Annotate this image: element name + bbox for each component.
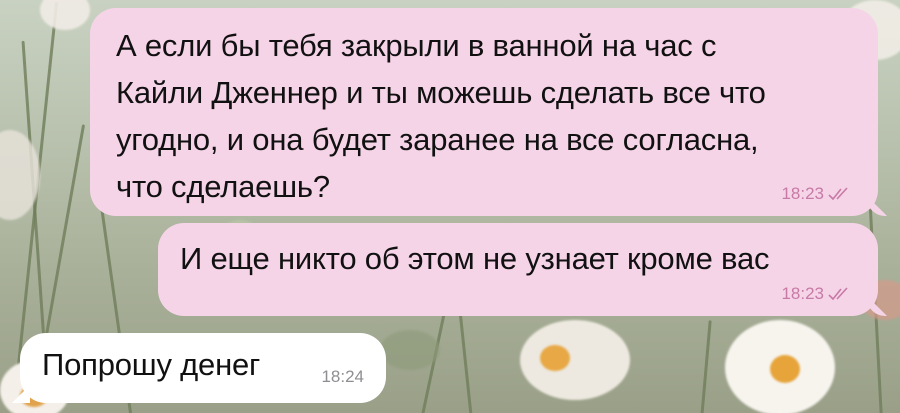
message-bubble-incoming[interactable]: Попрошу денег 18:24	[20, 333, 386, 403]
message-meta: 18:23	[781, 284, 852, 304]
message-time: 18:23	[781, 184, 824, 203]
message-bubble-outgoing[interactable]: И еще никто об этом не узнает кроме вас …	[158, 223, 878, 316]
message-meta: 18:23	[781, 184, 852, 204]
message-text: А если бы тебя закрыли в ванной на час с…	[116, 28, 766, 204]
double-check-icon	[828, 287, 848, 301]
message-time: 18:23	[781, 284, 824, 303]
message-meta: 18:24	[321, 367, 364, 387]
message-text: И еще никто об этом не узнает кроме вас	[180, 241, 770, 276]
double-check-icon	[828, 187, 848, 201]
message-bubble-outgoing[interactable]: А если бы тебя закрыли в ванной на час с…	[90, 8, 878, 216]
message-time: 18:24	[321, 367, 364, 386]
